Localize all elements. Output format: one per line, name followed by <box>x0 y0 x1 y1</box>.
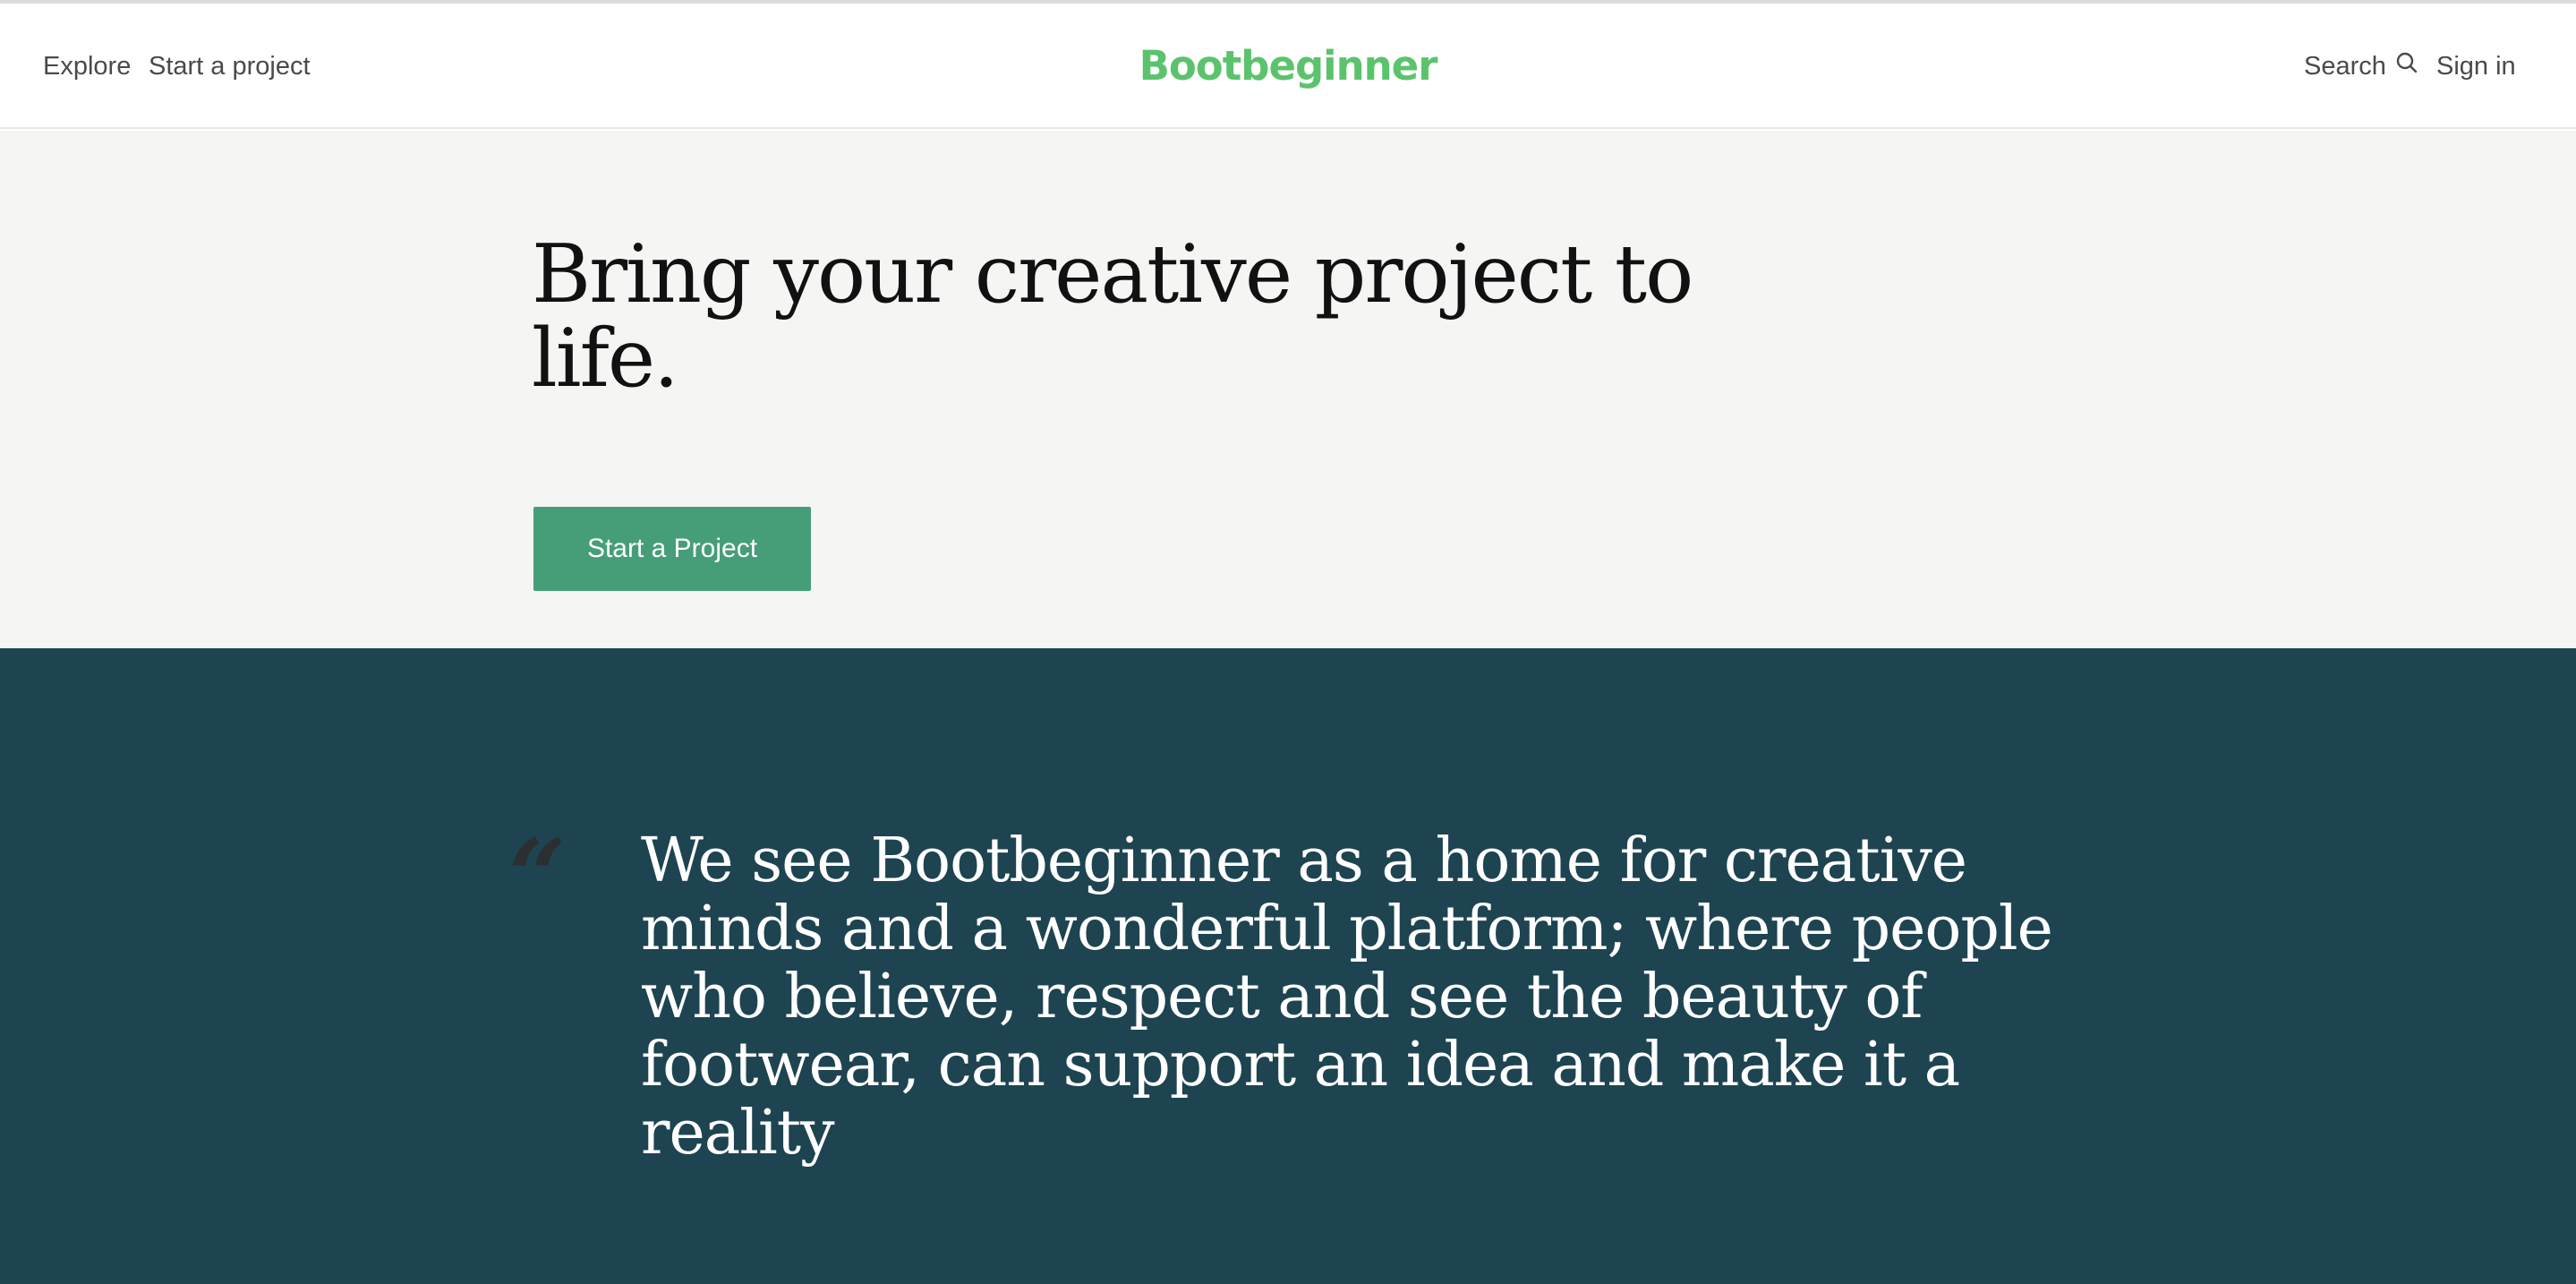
nav-explore-link[interactable]: Explore <box>43 48 131 84</box>
sign-in-link[interactable]: Sign in <box>2436 48 2516 84</box>
brand-logo[interactable]: Bootbeginner <box>1139 42 1438 90</box>
quote-mark-icon: “ <box>508 818 567 936</box>
quote-section: “ We see Bootbeginner as a home for crea… <box>0 648 2576 1284</box>
start-project-button[interactable]: Start a Project <box>533 507 811 591</box>
search-icon <box>2395 48 2418 84</box>
nav-start-project-link[interactable]: Start a project <box>149 48 311 84</box>
brand-logo-wrapper: Bootbeginner <box>0 41 2576 91</box>
hero-title: Bring your creative project to life. <box>532 227 1693 406</box>
search-button[interactable]: Search <box>2304 48 2418 84</box>
search-label: Search <box>2304 52 2386 81</box>
hero-section: Bring your creative project to life. Sta… <box>0 131 2576 648</box>
top-navbar: Explore Start a project Bootbeginner Sea… <box>0 4 2576 129</box>
quote-text: We see Bootbeginner as a home for creati… <box>641 826 2053 1168</box>
